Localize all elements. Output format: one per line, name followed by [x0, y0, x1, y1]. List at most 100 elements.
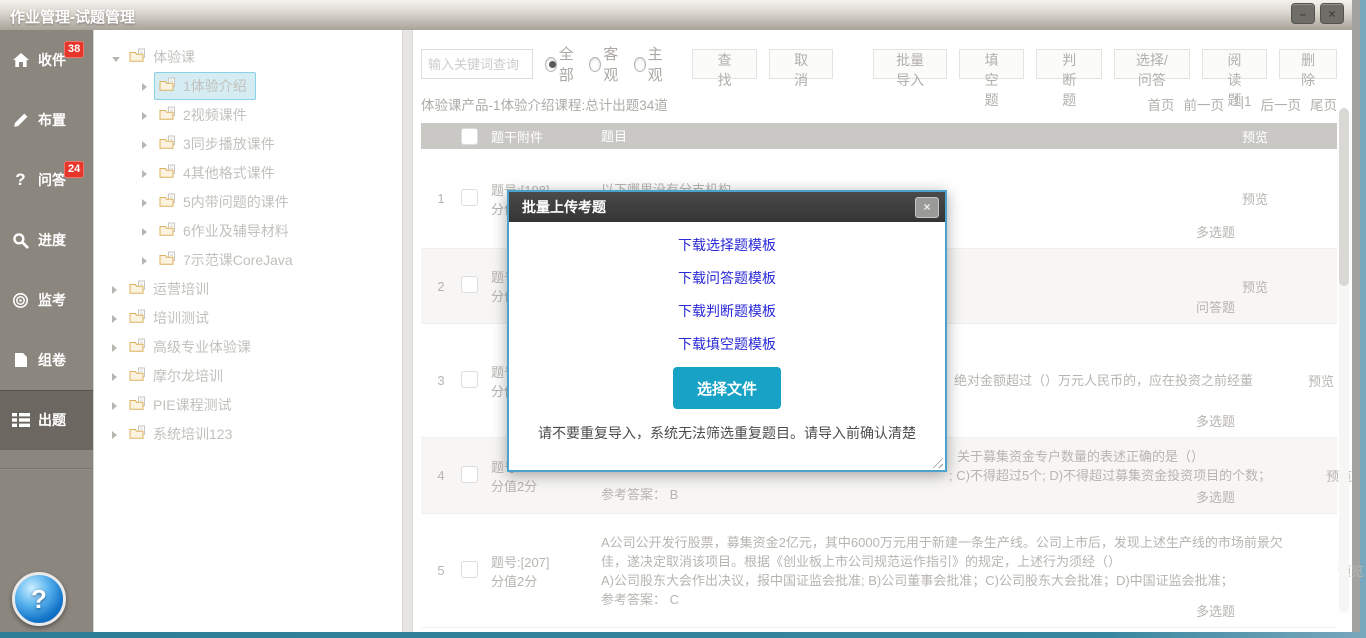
tree-scrollbar[interactable]	[402, 30, 412, 632]
page-link-后一页[interactable]: 后一页	[1261, 94, 1302, 114]
tree-node-box: 2视频课件	[154, 101, 256, 129]
download-template-link-下载填空题模板[interactable]: 下载填空题模板	[509, 334, 945, 354]
row-checkbox[interactable]	[461, 276, 478, 293]
minimize-button[interactable]: –	[1291, 3, 1315, 24]
help-button[interactable]: ?	[12, 572, 66, 626]
tree-node-box: 5内带问题的课件	[154, 188, 298, 216]
chevron-right-icon[interactable]	[142, 223, 154, 239]
radio-dot[interactable]	[589, 57, 601, 72]
modal-resize-handle[interactable]	[930, 455, 943, 468]
window-controls: – ×	[1291, 3, 1344, 24]
sidebar-item-出题[interactable]: 出题	[0, 390, 93, 450]
tree-node-高级专业体验课[interactable]: 高级专业体验课	[94, 332, 412, 361]
tree-node-体验课[interactable]: 体验课	[94, 42, 412, 71]
tree-node-PIE课程测试[interactable]: PIE课程测试	[94, 390, 412, 419]
select-all-checkbox[interactable]	[461, 128, 478, 145]
chevron-down-icon[interactable]	[112, 49, 124, 65]
tree-node-3同步播放课件[interactable]: 3同步播放课件	[94, 129, 412, 158]
chevron-right-icon[interactable]	[112, 368, 124, 384]
page-link-尾页[interactable]: 尾页	[1310, 94, 1337, 114]
question-type-label: 多选题	[1196, 487, 1235, 506]
chevron-right-icon[interactable]	[142, 165, 154, 181]
question-type-label: 多选题	[1196, 601, 1235, 620]
header-attachment: 题干附件	[491, 127, 591, 146]
page-link-首页[interactable]: 首页	[1147, 94, 1174, 114]
row-number: 4	[421, 468, 461, 483]
find-button[interactable]: 查找	[692, 49, 757, 79]
keyword-search-input[interactable]	[421, 49, 533, 79]
row-checkbox[interactable]	[461, 561, 478, 578]
row-checkbox[interactable]	[461, 466, 478, 483]
tree-node-7示范课CoreJava[interactable]: 7示范课CoreJava	[94, 245, 412, 274]
main-scrollbar[interactable]	[1339, 108, 1349, 613]
action-button-选择/问答[interactable]: 选择/问答	[1114, 49, 1190, 79]
row-checkbox-cell	[461, 371, 491, 391]
action-button-删除[interactable]: 删除	[1279, 49, 1337, 79]
chevron-right-icon[interactable]	[112, 339, 124, 355]
folder-icon	[129, 48, 146, 66]
tree-node-label: 7示范课CoreJava	[183, 250, 293, 270]
folder-icon	[129, 309, 146, 327]
page-link-1|1[interactable]: 1|1	[1233, 94, 1252, 114]
preview-link[interactable]: 预览	[1242, 192, 1268, 207]
tree-node-label: 4其他格式课件	[183, 163, 275, 183]
chevron-right-icon[interactable]	[142, 194, 154, 210]
page-link-前一页[interactable]: 前一页	[1183, 94, 1224, 114]
tree-node-6作业及辅导材料[interactable]: 6作业及辅导材料	[94, 216, 412, 245]
tree-node-5内带问题的课件[interactable]: 5内带问题的课件	[94, 187, 412, 216]
sidebar-item-组卷[interactable]: 组卷	[0, 330, 93, 390]
chevron-right-icon[interactable]	[112, 397, 124, 413]
preview-link[interactable]: 预览	[1308, 374, 1334, 389]
row-number: 2	[421, 279, 461, 294]
chevron-right-icon[interactable]	[112, 310, 124, 326]
tree-node-培训测试[interactable]: 培训测试	[94, 303, 412, 332]
question-type-label: 多选题	[1196, 411, 1235, 430]
question-scope-radios: 全部客观主观	[545, 43, 676, 85]
download-template-link-下载判断题模板[interactable]: 下载判断题模板	[509, 301, 945, 321]
row-checkbox-cell	[461, 466, 491, 486]
tree-node-2视频课件[interactable]: 2视频课件	[94, 100, 412, 129]
action-button-批量导入[interactable]: 批量导入	[873, 49, 946, 79]
batch-upload-modal: 批量上传考题 × 下载选择题模板下载问答题模板下载判断题模板下载填空题模板 选择…	[507, 190, 947, 472]
tree-node-label: 体验课	[153, 47, 195, 67]
main-scrollbar-thumb[interactable]	[1339, 108, 1349, 286]
action-button-判断题[interactable]: 判断题	[1036, 49, 1102, 79]
download-template-link-下载选择题模板[interactable]: 下载选择题模板	[509, 235, 945, 255]
tree-node-box: 体验课	[124, 43, 204, 71]
tree-node-1体验介绍[interactable]: 1体验介绍	[94, 71, 412, 100]
tree-node-4其他格式课件[interactable]: 4其他格式课件	[94, 158, 412, 187]
tree-node-摩尔龙培训[interactable]: 摩尔龙培训	[94, 361, 412, 390]
tree-node-系统培训123[interactable]: 系统培训123	[94, 419, 412, 448]
sidebar-item-收件[interactable]: 收件38	[0, 30, 93, 90]
download-template-link-下载问答题模板[interactable]: 下载问答题模板	[509, 268, 945, 288]
action-button-阅读题[interactable]: 阅读题	[1202, 49, 1268, 79]
sidebar-item-监考[interactable]: 监考	[0, 270, 93, 330]
radio-全部[interactable]: 全部	[545, 43, 581, 85]
action-button-填空题[interactable]: 填空题	[959, 49, 1025, 79]
choose-file-button[interactable]: 选择文件	[673, 367, 781, 409]
modal-close-button[interactable]: ×	[915, 197, 939, 218]
sidebar-item-问答[interactable]: ?问答24	[0, 150, 93, 210]
cancel-button[interactable]: 取消	[769, 49, 834, 79]
question-line: 参考答案： B	[601, 485, 1271, 504]
row-checkbox[interactable]	[461, 189, 478, 206]
tree-node-运营培训[interactable]: 运营培训	[94, 274, 412, 303]
radio-客观[interactable]: 客观	[589, 43, 625, 85]
preview-link[interactable]: 预览	[1242, 280, 1268, 295]
radio-dot[interactable]	[634, 57, 646, 72]
radio-dot[interactable]	[545, 57, 557, 72]
radio-主观[interactable]: 主观	[634, 43, 670, 85]
close-window-button[interactable]: ×	[1320, 3, 1344, 24]
sidebar-item-进度[interactable]: 进度	[0, 210, 93, 270]
chevron-right-icon[interactable]	[142, 107, 154, 123]
chevron-right-icon[interactable]	[142, 252, 154, 268]
chevron-right-icon[interactable]	[142, 78, 154, 94]
window-title: 作业管理-试题管理	[10, 6, 135, 27]
chevron-right-icon[interactable]	[112, 281, 124, 297]
chevron-right-icon[interactable]	[142, 136, 154, 152]
row-checkbox[interactable]	[461, 371, 478, 388]
chevron-right-icon[interactable]	[112, 426, 124, 442]
tree-node-box: 3同步播放课件	[154, 130, 284, 158]
modal-titlebar: 批量上传考题 ×	[509, 192, 945, 222]
sidebar-item-布置[interactable]: 布置	[0, 90, 93, 150]
